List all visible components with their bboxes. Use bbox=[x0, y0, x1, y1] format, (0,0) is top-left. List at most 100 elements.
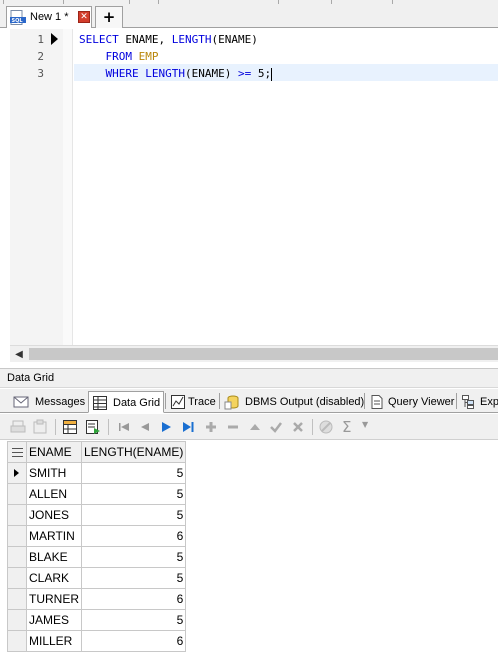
last-record-icon[interactable] bbox=[180, 419, 196, 435]
scroll-left-icon[interactable]: ◀ bbox=[11, 347, 27, 362]
code-line-1[interactable]: SELECT ENAME, LENGTH(ENAME) bbox=[79, 33, 258, 46]
cell-length-ename[interactable]: 6 bbox=[80, 588, 187, 610]
new-tab-button[interactable]: + bbox=[95, 6, 123, 28]
row-indicator[interactable] bbox=[7, 504, 27, 526]
table-row[interactable]: MILLER 6 bbox=[7, 630, 187, 652]
code-token: LENGTH bbox=[171, 33, 212, 46]
table-row[interactable]: CLARK 5 bbox=[7, 567, 187, 589]
cell-ename[interactable]: TURNER bbox=[26, 588, 82, 610]
cell-ename[interactable]: SMITH bbox=[26, 462, 82, 484]
code-token: SELECT bbox=[79, 33, 126, 46]
tab-dbms-output[interactable]: DBMS Output (disabled) bbox=[221, 391, 365, 413]
cell-length-ename[interactable]: 5 bbox=[80, 462, 187, 484]
cell-length-ename[interactable]: 5 bbox=[80, 609, 187, 631]
cell-ename[interactable]: ALLEN bbox=[26, 483, 82, 505]
grid-toolbar: Σ ▼ bbox=[0, 414, 498, 440]
column-header-ename[interactable]: ENAME bbox=[26, 441, 82, 463]
code-line-2[interactable]: FROM EMP bbox=[79, 50, 158, 63]
post-edit-icon[interactable] bbox=[268, 419, 284, 435]
query-viewer-icon bbox=[371, 395, 383, 409]
cell-length-ename[interactable]: 6 bbox=[80, 630, 187, 652]
cell-ename[interactable]: CLARK bbox=[26, 567, 82, 589]
toolbar-separator bbox=[108, 419, 109, 435]
cell-ename[interactable]: BLAKE bbox=[26, 546, 82, 568]
code-token: (ENAME) bbox=[211, 33, 258, 46]
trace-icon bbox=[171, 395, 185, 409]
row-indicator[interactable] bbox=[7, 609, 27, 631]
line-number: 1 bbox=[37, 33, 44, 46]
insert-record-icon[interactable] bbox=[203, 419, 219, 435]
code-token: LENGTH bbox=[145, 67, 185, 80]
text-cursor bbox=[271, 67, 273, 81]
cell-ename[interactable]: MARTIN bbox=[26, 525, 82, 547]
cell-ename[interactable]: MILLER bbox=[26, 630, 82, 652]
previous-record-icon[interactable] bbox=[137, 419, 153, 435]
sum-dropdown-chevron-icon[interactable]: ▼ bbox=[362, 420, 368, 429]
tab-separator bbox=[219, 393, 220, 409]
code-token: FROM bbox=[79, 50, 139, 63]
sql-editor[interactable]: 1 2 3 SELECT ENAME, LENGTH(ENAME) FROM E… bbox=[10, 29, 498, 345]
cell-length-ename[interactable]: 5 bbox=[80, 567, 187, 589]
grid-view-icon[interactable] bbox=[62, 419, 78, 435]
cell-ename[interactable]: JONES bbox=[26, 504, 82, 526]
results-grid-area: ENAME LENGTH(ENAME) SMITH 5 ALLEN 5 JONES 5 MA… bbox=[0, 440, 498, 668]
table-row[interactable]: TURNER 6 bbox=[7, 588, 187, 610]
cell-length-ename[interactable]: 5 bbox=[80, 483, 187, 505]
row-indicator[interactable] bbox=[7, 588, 27, 610]
editor-horizontal-scrollbar[interactable]: ◀ bbox=[10, 345, 498, 362]
row-indicator[interactable] bbox=[7, 525, 27, 547]
document-tab-bar: SQL New 1 * ✕ + bbox=[0, 4, 498, 28]
table-row[interactable]: MARTIN 6 bbox=[7, 525, 187, 547]
document-tab-label: New 1 * bbox=[30, 11, 69, 23]
first-record-icon[interactable] bbox=[116, 419, 132, 435]
table-row[interactable]: BLAKE 5 bbox=[7, 546, 187, 568]
delete-record-icon[interactable] bbox=[225, 419, 241, 435]
row-indicator[interactable] bbox=[7, 567, 27, 589]
row-indicator[interactable] bbox=[7, 462, 27, 484]
tab-explain[interactable]: Exp bbox=[458, 391, 498, 413]
tab-label: DBMS Output (disabled) bbox=[245, 396, 365, 408]
messages-icon bbox=[13, 396, 29, 408]
tab-separator bbox=[456, 393, 457, 409]
row-indicator[interactable] bbox=[7, 546, 27, 568]
cell-length-ename[interactable]: 6 bbox=[80, 525, 187, 547]
code-line-3[interactable]: WHERE LENGTH(ENAME) >= 5; bbox=[79, 67, 273, 81]
scrollbar-thumb[interactable] bbox=[29, 348, 498, 360]
edit-record-icon[interactable] bbox=[247, 419, 263, 435]
code-token: (ENAME) bbox=[184, 67, 238, 80]
record-view-icon[interactable] bbox=[85, 419, 101, 435]
document-tab-new1[interactable]: SQL New 1 * ✕ bbox=[6, 6, 92, 28]
next-record-icon[interactable] bbox=[158, 419, 174, 435]
row-indicator[interactable] bbox=[7, 483, 27, 505]
cell-ename[interactable]: JAMES bbox=[26, 609, 82, 631]
row-indicator[interactable] bbox=[7, 630, 27, 652]
tab-trace[interactable]: Trace bbox=[167, 391, 219, 413]
explain-icon bbox=[462, 395, 474, 409]
export-icon[interactable] bbox=[32, 419, 48, 435]
grid-column-menu-icon[interactable] bbox=[7, 441, 27, 463]
table-row[interactable]: JAMES 5 bbox=[7, 609, 187, 631]
code-token: 5; bbox=[251, 67, 272, 80]
results-grid: ENAME LENGTH(ENAME) SMITH 5 ALLEN 5 JONES 5 MA… bbox=[7, 441, 187, 652]
panel-title-label: Data Grid bbox=[7, 372, 55, 384]
tab-label: Exp bbox=[480, 396, 498, 408]
close-tab-icon[interactable]: ✕ bbox=[78, 11, 90, 23]
statement-marker-icon bbox=[51, 33, 58, 45]
print-icon[interactable] bbox=[10, 419, 26, 435]
cell-length-ename[interactable]: 5 bbox=[80, 546, 187, 568]
tab-label: Messages bbox=[35, 396, 86, 408]
sum-icon[interactable]: Σ bbox=[342, 418, 351, 436]
tab-query-viewer[interactable]: Query Viewer bbox=[366, 391, 455, 413]
column-header-length-ename[interactable]: LENGTH(ENAME) bbox=[80, 441, 187, 463]
tab-messages[interactable]: Messages bbox=[10, 391, 86, 413]
clear-filter-icon[interactable] bbox=[318, 419, 334, 435]
code-token: >= bbox=[237, 67, 252, 80]
cancel-edit-icon[interactable] bbox=[290, 419, 306, 435]
table-row[interactable]: ALLEN 5 bbox=[7, 483, 187, 505]
table-row[interactable]: JONES 5 bbox=[7, 504, 187, 526]
tab-label: Query Viewer bbox=[388, 396, 455, 408]
cell-length-ename[interactable]: 5 bbox=[80, 504, 187, 526]
sql-file-icon: SQL bbox=[10, 10, 26, 25]
tab-data-grid[interactable]: Data Grid bbox=[88, 391, 164, 413]
table-row[interactable]: SMITH 5 bbox=[7, 462, 187, 484]
